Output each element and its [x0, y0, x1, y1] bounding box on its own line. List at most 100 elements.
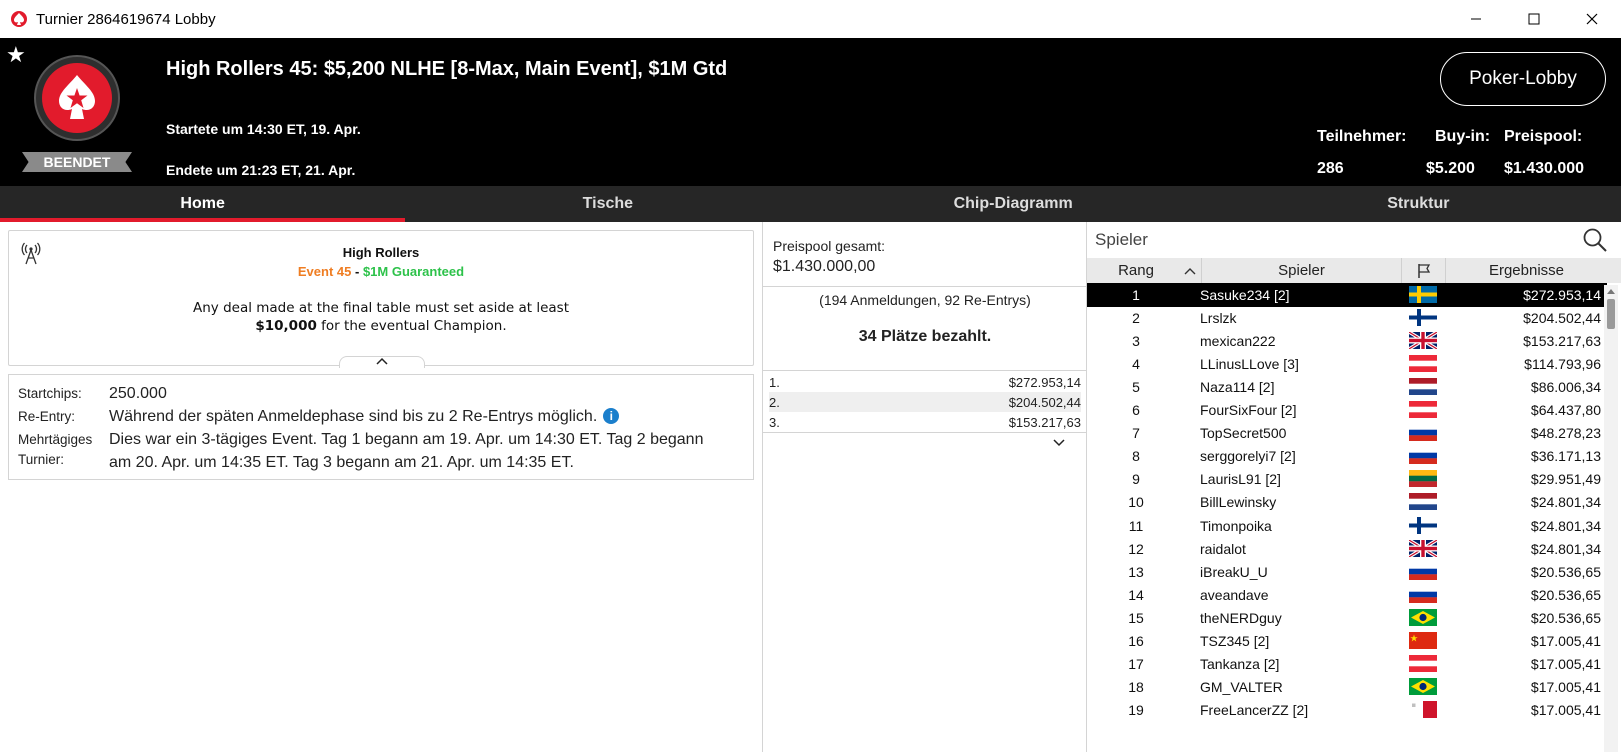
poker-lobby-button[interactable]: Poker-Lobby	[1440, 52, 1606, 106]
window-title: Turnier 2864619674 Lobby	[36, 10, 216, 28]
payout-amount: $272.953,14	[1008, 374, 1081, 390]
player-row[interactable]: 15 theNERDguy $20.536,65	[1087, 606, 1607, 630]
flag-cn-icon	[1409, 631, 1437, 649]
prizepool-panel: Preispool gesamt: $1.430.000,00 (194 Anm…	[762, 222, 1087, 752]
rank-header-label: Rang	[1118, 262, 1154, 279]
player-row[interactable]: 3 mexican222 $153.217,63	[1087, 329, 1607, 353]
player-row[interactable]: 13 iBreakU_U $20.536,65	[1087, 560, 1607, 584]
player-name: Lrslzk	[1200, 310, 1237, 327]
deal-amount: $10,000	[255, 318, 317, 334]
player-result: $24.801,34	[1530, 540, 1601, 557]
tournament-info-box: High Rollers Event 45 - $1M Guaranteed A…	[8, 230, 754, 368]
player-result: $17.005,41	[1530, 655, 1601, 672]
scroll-up-button[interactable]	[1604, 285, 1618, 297]
flag-ru-icon	[1409, 585, 1437, 603]
divider	[763, 286, 1087, 287]
player-row[interactable]: 14 aveandave $20.536,65	[1087, 583, 1607, 607]
rank-column-header[interactable]: Rang	[1087, 258, 1185, 283]
player-name: mexican222	[1200, 333, 1276, 350]
player-row[interactable]: 1 Sasuke234 [2] $272.953,14	[1087, 283, 1607, 307]
player-rank: 18	[1128, 678, 1144, 695]
player-row[interactable]: 10 BillLewinsky $24.801,34	[1087, 490, 1607, 514]
player-column-header[interactable]: Spieler	[1201, 258, 1401, 283]
scroll-thumb[interactable]	[1607, 299, 1615, 329]
search-button[interactable]	[1582, 227, 1608, 258]
flag-fi-icon	[1409, 516, 1437, 534]
info-subtitle: Event 45 - $1M Guaranteed	[9, 264, 753, 279]
players-scrollbar[interactable]	[1604, 285, 1618, 752]
guarantee-text: $1M Guaranteed	[362, 264, 465, 279]
player-rank: 5	[1132, 379, 1140, 396]
player-row[interactable]: 17 Tankanza [2] $17.005,41	[1087, 652, 1607, 676]
flag-at-icon	[1409, 401, 1437, 419]
spade-star-icon	[59, 75, 95, 119]
player-result: $17.005,41	[1530, 701, 1601, 718]
close-button[interactable]	[1563, 0, 1621, 38]
player-rank: 17	[1128, 655, 1144, 672]
maximize-button[interactable]	[1505, 0, 1563, 38]
flag-mt-icon	[1409, 700, 1437, 718]
player-rank: 11	[1128, 517, 1144, 534]
results-column-header[interactable]: Ergebnisse	[1445, 258, 1607, 283]
minimize-button[interactable]	[1447, 0, 1505, 38]
tab-tables[interactable]: Tische	[405, 186, 810, 222]
reentry-value-row: Während der späten Anmeldephase sind bis…	[109, 405, 620, 428]
tournament-title: High Rollers 45: $5,200 NLHE [8-Max, Mai…	[166, 58, 728, 80]
player-result: $114.793,96	[1524, 356, 1601, 373]
flag-ru-icon	[1409, 562, 1437, 580]
expand-payouts-button[interactable]	[1053, 434, 1065, 452]
player-row[interactable]: 2 Lrslzk $204.502,44	[1087, 306, 1607, 330]
player-result: $24.801,34	[1530, 494, 1601, 511]
deal-line-2: for the eventual Champion.	[316, 318, 507, 334]
player-row[interactable]: 12 raidalot $24.801,34	[1087, 537, 1607, 561]
favorite-star-icon[interactable]: ★	[6, 42, 26, 68]
info-title: High Rollers	[342, 245, 420, 260]
player-name: aveandave	[1200, 586, 1269, 603]
sort-button[interactable]	[1179, 258, 1201, 283]
player-row[interactable]: 11 Timonpoika $24.801,34	[1087, 514, 1607, 538]
tab-chip-chart[interactable]: Chip-Diagramm	[811, 186, 1216, 222]
maximize-icon	[1528, 13, 1540, 25]
window-controls	[1447, 0, 1621, 38]
flag-lt-icon	[1409, 470, 1437, 488]
player-row[interactable]: 8 serggorelyi7 [2] $36.171,13	[1087, 444, 1607, 468]
player-row[interactable]: 4 LLinusLLove [3] $114.793,96	[1087, 352, 1607, 376]
player-name: theNERDguy	[1200, 609, 1282, 626]
tab-structure[interactable]: Struktur	[1216, 186, 1621, 222]
flag-at-icon	[1409, 355, 1437, 373]
player-search-input[interactable]	[1095, 228, 1565, 252]
country-column-header[interactable]	[1401, 258, 1445, 283]
players-value: 286	[1317, 160, 1344, 177]
payout-row: 3. $153.217,63	[769, 412, 1081, 432]
player-rank: 8	[1132, 448, 1140, 465]
player-row[interactable]: 7 TopSecret500 $48.278,23	[1087, 421, 1607, 445]
collapse-info-button[interactable]	[339, 356, 425, 368]
entries-count: (194 Anmeldungen, 92 Re-Entrys)	[819, 292, 1031, 308]
player-result: $20.536,65	[1530, 609, 1601, 626]
multiday-value-2: am 20. Apr. um 14:35 ET. Tag 3 begann am…	[109, 454, 574, 471]
player-row[interactable]: 9 LaurisL91 [2] $29.951,49	[1087, 467, 1607, 491]
player-row[interactable]: 6 FourSixFour [2] $64.437,80	[1087, 398, 1607, 422]
tab-home[interactable]: Home	[0, 186, 406, 222]
player-row[interactable]: 19 FreeLancerZZ [2] $17.005,41	[1087, 698, 1607, 722]
info-icon[interactable]: i	[603, 408, 620, 424]
player-name: Naza114 [2]	[1200, 379, 1275, 396]
payout-amount: $204.502,44	[1008, 394, 1081, 410]
player-row[interactable]: 16 TSZ345 [2] $17.005,41	[1087, 629, 1607, 653]
search-icon	[1583, 228, 1607, 252]
spade-logo-inner	[42, 63, 112, 133]
divider	[763, 432, 1087, 433]
deal-line-1: Any deal made at the final table must se…	[193, 300, 569, 316]
player-rank: 19	[1128, 701, 1144, 718]
prizepool-value: $1.430.000	[1504, 160, 1585, 177]
player-name: TopSecret500	[1200, 425, 1287, 442]
payout-row: 1. $272.953,14	[769, 372, 1081, 392]
player-row[interactable]: 18 GM_VALTER $17.005,41	[1087, 675, 1607, 699]
player-result: $17.005,41	[1530, 678, 1601, 695]
deal-notice: Any deal made at the final table must se…	[9, 299, 753, 335]
end-time: Endete um 21:23 ET, 21. Apr.	[166, 162, 356, 178]
home-info-panel: High Rollers Event 45 - $1M Guaranteed A…	[0, 222, 762, 752]
player-name: GM_VALTER	[1200, 678, 1283, 695]
player-row[interactable]: 5 Naza114 [2] $86.006,34	[1087, 375, 1607, 399]
player-name: FourSixFour [2]	[1200, 402, 1297, 419]
